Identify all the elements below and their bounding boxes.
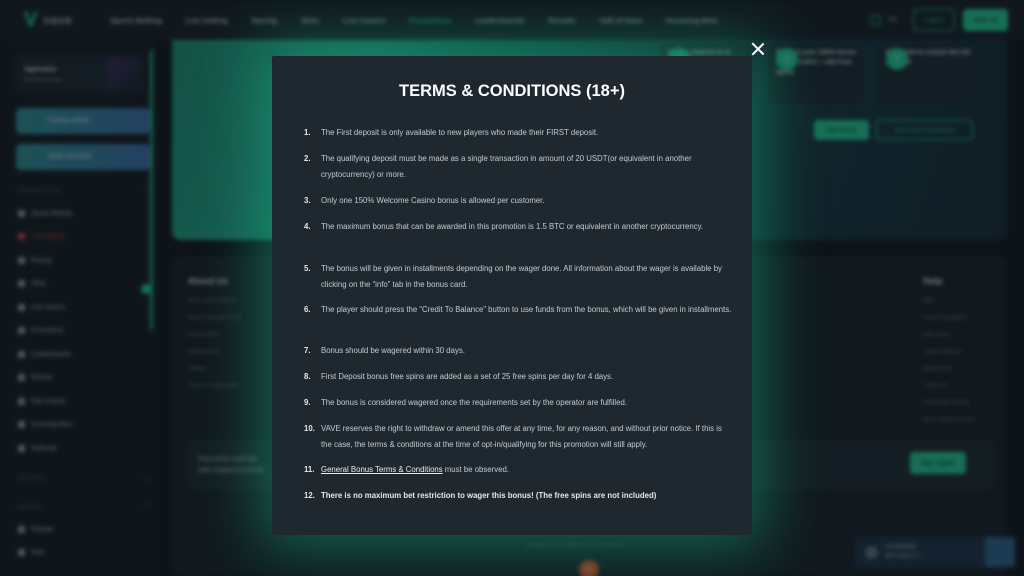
term-item: 2. The qualifying deposit must be made as… bbox=[304, 151, 734, 182]
term-number: 9. bbox=[304, 398, 311, 407]
term-item: 12. There is no maximum bet restriction t… bbox=[304, 488, 734, 504]
term-number: 6. bbox=[304, 305, 311, 314]
term-item: 6. The player should press the “Credit To… bbox=[304, 302, 734, 318]
term-number: 12. bbox=[304, 491, 315, 500]
term-text: General Bonus Terms & Conditions must be… bbox=[321, 462, 509, 478]
term-text: VAVE reserves the right to withdraw or a… bbox=[321, 424, 722, 449]
close-icon[interactable] bbox=[750, 41, 766, 57]
term-text: Bonus should be wagered within 30 days. bbox=[321, 346, 465, 355]
term-number: 5. bbox=[304, 264, 311, 273]
term-number: 10. bbox=[304, 424, 315, 433]
term-number: 7. bbox=[304, 346, 311, 355]
term-number: 11. bbox=[304, 465, 315, 474]
term-item: 7. Bonus should be wagered within 30 days… bbox=[304, 343, 734, 359]
terms-modal: TERMS & CONDITIONS (18+) 1. The First dep… bbox=[272, 56, 752, 535]
page: V vave Sports Betting Live betting Racin… bbox=[0, 0, 1024, 576]
term-item: 1. The First deposit is only available to… bbox=[304, 125, 734, 141]
term-item: 3. Only one 150% Welcome Casino bonus is … bbox=[304, 193, 734, 209]
general-bonus-terms-link[interactable]: General Bonus Terms & Conditions bbox=[321, 465, 443, 474]
term-text: The player should press the “Credit To B… bbox=[321, 305, 732, 314]
term-text: There is no maximum bet restriction to w… bbox=[321, 491, 657, 500]
term-number: 1. bbox=[304, 128, 311, 137]
term-item: 5. The bonus will be given in installment… bbox=[304, 261, 734, 292]
term-text: Only one 150% Welcome Casino bonus is al… bbox=[321, 196, 545, 205]
term-text: The bonus will be given in installments … bbox=[321, 264, 722, 289]
term-item: 10. VAVE reserves the right to withdraw o… bbox=[304, 421, 734, 452]
term-text: First Deposit bonus free spins are added… bbox=[321, 372, 614, 381]
term-number: 8. bbox=[304, 372, 311, 381]
term-text: The bonus is considered wagered once the… bbox=[321, 398, 627, 407]
term-number: 4. bbox=[304, 222, 311, 231]
term-text: The qualifying deposit must be made as a… bbox=[321, 154, 692, 179]
term-text-suffix: must be observed. bbox=[442, 465, 509, 474]
term-text: The First deposit is only available to n… bbox=[321, 128, 599, 137]
term-number: 3. bbox=[304, 196, 311, 205]
term-number: 2. bbox=[304, 154, 311, 163]
term-item: 4. The maximum bonus that can be awarded … bbox=[304, 219, 734, 235]
modal-title: TERMS & CONDITIONS (18+) bbox=[399, 82, 625, 100]
term-item: 11. General Bonus Terms & Conditions must… bbox=[304, 462, 734, 478]
term-item: 9. The bonus is considered wagered once t… bbox=[304, 395, 734, 411]
term-text: The maximum bonus that can be awarded in… bbox=[321, 222, 704, 231]
term-item: 8. First Deposit bonus free spins are add… bbox=[304, 369, 734, 385]
